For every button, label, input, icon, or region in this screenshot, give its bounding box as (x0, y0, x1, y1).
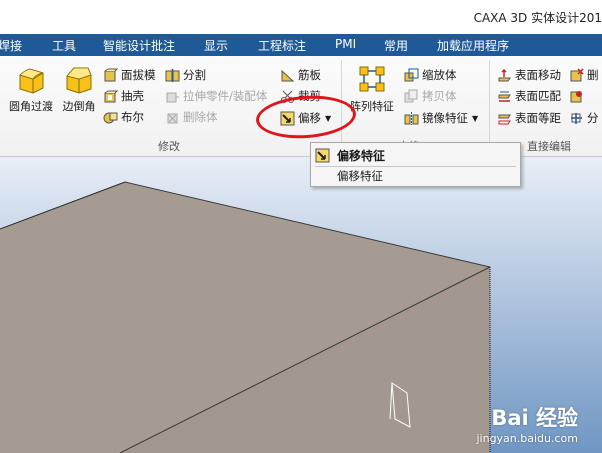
modify-group-label: 修改 (158, 140, 180, 153)
group-divider (489, 60, 490, 152)
face-move-icon (497, 68, 512, 83)
face-split-icon (569, 111, 584, 126)
copy-body-label: 拷贝体 (422, 89, 457, 103)
chamfer-button[interactable]: 边倒角 (58, 64, 100, 114)
copy-body-button[interactable]: 拷贝体 (404, 87, 457, 105)
draft-button[interactable]: 面拔模 (103, 66, 156, 84)
tab-display[interactable]: 显示 (204, 37, 228, 54)
watermark-site: jingyan.baidu.com (476, 432, 578, 445)
stretch-icon (165, 89, 180, 104)
ribbon-tab-bar: 焊接 工具 智能设计批注 显示 工程标注 PMI 常用 加载应用程序 (0, 34, 602, 56)
rib-label: 筋板 (298, 68, 321, 82)
face-draft-icon (103, 68, 119, 83)
array-feature-button[interactable]: 阵列特征 (346, 64, 398, 114)
offset-dropdown-menu: 偏移特征 偏移特征 (310, 142, 521, 187)
shell-button[interactable]: 抽壳 (103, 87, 144, 105)
face-move-button[interactable]: 表面移动 (497, 66, 561, 84)
offset-feature-title: 偏移特征 (337, 149, 386, 163)
tab-tools[interactable]: 工具 (52, 37, 76, 54)
tab-pmi[interactable]: PMI (335, 37, 356, 51)
mirror-icon (404, 111, 419, 126)
stretch-part-label: 拉伸零件/装配体 (183, 89, 268, 103)
draft-label: 面拔模 (121, 68, 156, 82)
mirror-feature-button[interactable]: 镜像特征 ▼ (404, 109, 478, 127)
tab-welding[interactable]: 焊接 (0, 37, 22, 54)
scale-body-button[interactable]: 缩放体 (404, 66, 457, 84)
delete-body-icon (165, 110, 180, 125)
window-title: CAXA 3D 实体设计201 (473, 11, 602, 25)
delete-body-label: 删除体 (183, 110, 218, 124)
face-offset-icon (497, 111, 512, 126)
face-match-label: 表面匹配 (515, 89, 561, 103)
dropdown-caret-icon[interactable]: ▼ (472, 114, 478, 123)
split-button[interactable]: 分割 (165, 66, 206, 84)
boolean-button[interactable]: 布尔 (103, 108, 144, 126)
tab-engineering-annotation[interactable]: 工程标注 (258, 37, 306, 54)
face-match-button[interactable]: 表面匹配 (497, 87, 561, 105)
face-equidistant-label: 表面等距 (515, 111, 561, 125)
array-icon (357, 64, 387, 94)
tab-smart-design-annotation[interactable]: 智能设计批注 (103, 37, 175, 54)
offset-feature-description: 偏移特征 (337, 169, 383, 183)
rib-button[interactable]: 筋板 (280, 66, 321, 84)
mirror-feature-label: 镜像特征 (422, 111, 468, 125)
shell-label: 抽壳 (121, 89, 144, 103)
delete-body-button[interactable]: 删除体 (165, 108, 218, 126)
scale-icon (404, 68, 419, 83)
fillet-label: 圆角过渡 (9, 100, 53, 113)
fillet-button[interactable]: 圆角过渡 (5, 64, 57, 114)
shell-icon (103, 89, 119, 104)
offset-feature-menu-item[interactable]: 偏移特征 (315, 146, 515, 165)
boolean-icon (103, 110, 118, 125)
title-bar: CAXA 3D 实体设计201 (0, 0, 602, 34)
face-equidistant-button[interactable]: 表面等距 (497, 109, 561, 127)
rib-icon (280, 68, 295, 83)
delete-face-button[interactable]: 删 (569, 66, 599, 84)
scale-body-label: 缩放体 (422, 68, 457, 82)
face-move-label: 表面移动 (515, 68, 561, 82)
direct-edit-group-label: 直接编辑 (527, 140, 571, 153)
menu-divider (315, 166, 516, 167)
chamfer-label: 边倒角 (62, 100, 96, 113)
delete-face-label: 删 (587, 68, 599, 82)
fillet-icon (16, 64, 46, 94)
face-tool-button[interactable] (569, 87, 587, 105)
3d-viewport[interactable]: Bai 经验 jingyan.baidu.com (0, 157, 602, 453)
copy-icon (404, 89, 419, 104)
tab-load-apps[interactable]: 加载应用程序 (437, 37, 509, 54)
chamfer-icon (64, 64, 94, 94)
face-tool-icon (569, 89, 584, 104)
face-match-icon (497, 89, 512, 104)
tab-common[interactable]: 常用 (384, 37, 408, 54)
face-split-button[interactable]: 分 (569, 109, 599, 127)
watermark-brand: Bai 经验 (491, 406, 578, 430)
split-label: 分割 (183, 68, 206, 82)
delete-face-icon (569, 67, 584, 83)
watermark: Bai 经验 jingyan.baidu.com (476, 402, 578, 445)
offset-feature-icon (315, 148, 330, 163)
face-split-label: 分 (587, 111, 599, 125)
stretch-part-button[interactable]: 拉伸零件/装配体 (165, 87, 267, 105)
split-icon (165, 68, 180, 83)
boolean-label: 布尔 (121, 110, 144, 124)
